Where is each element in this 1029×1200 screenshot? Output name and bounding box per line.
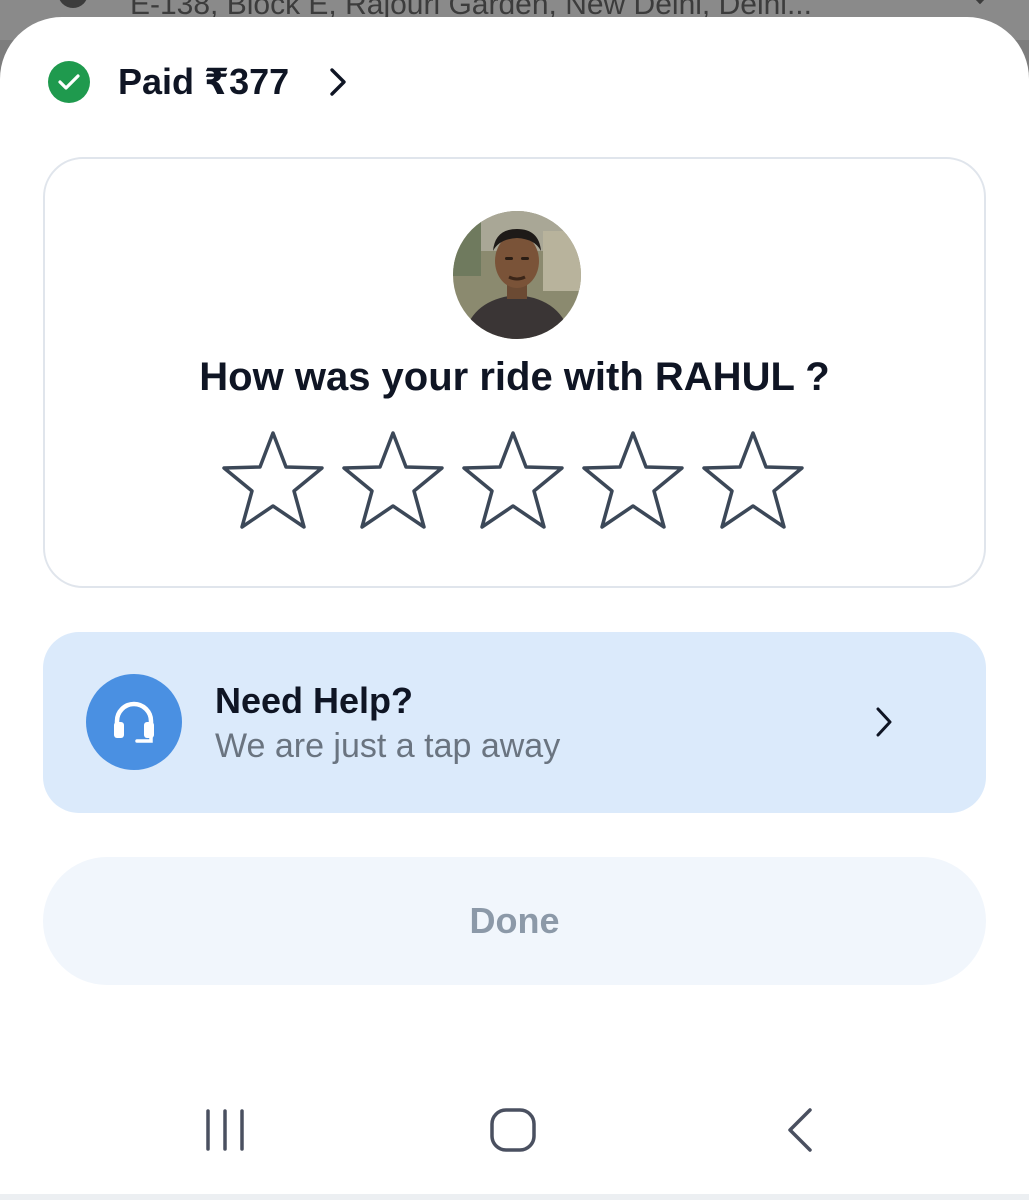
star-4-icon[interactable] xyxy=(578,427,688,535)
check-circle-icon xyxy=(48,61,90,103)
chevron-right-icon xyxy=(329,67,347,97)
star-5-icon[interactable] xyxy=(698,427,808,535)
payment-status: Paid ₹377 xyxy=(118,61,290,102)
bottom-edge xyxy=(0,1194,1029,1200)
location-pin-icon xyxy=(58,0,88,8)
help-subtitle: We are just a tap away xyxy=(215,727,561,765)
star-2-icon[interactable] xyxy=(338,427,448,535)
done-button[interactable]: Done xyxy=(43,857,986,985)
system-navigation-bar xyxy=(0,1077,1029,1187)
ride-complete-sheet: Paid ₹377 How was your ride with RAHUL ?… xyxy=(0,17,1029,1200)
rating-question: How was your ride with RAHUL ? xyxy=(199,355,830,399)
chevron-right-icon xyxy=(875,706,893,743)
need-help-card[interactable]: Need Help? We are just a tap away xyxy=(43,632,986,813)
back-icon[interactable] xyxy=(782,1107,818,1158)
payment-summary-row[interactable]: Paid ₹377 xyxy=(48,61,347,103)
headset-icon xyxy=(86,674,182,770)
star-1-icon[interactable] xyxy=(218,427,328,535)
star-rating xyxy=(218,427,808,535)
chevron-down-icon xyxy=(965,0,995,5)
rating-card: How was your ride with RAHUL ? xyxy=(43,157,986,588)
star-3-icon[interactable] xyxy=(458,427,568,535)
recent-apps-icon[interactable] xyxy=(200,1107,250,1158)
home-icon[interactable] xyxy=(488,1107,538,1158)
help-title: Need Help? xyxy=(215,680,414,721)
driver-avatar xyxy=(453,211,581,339)
